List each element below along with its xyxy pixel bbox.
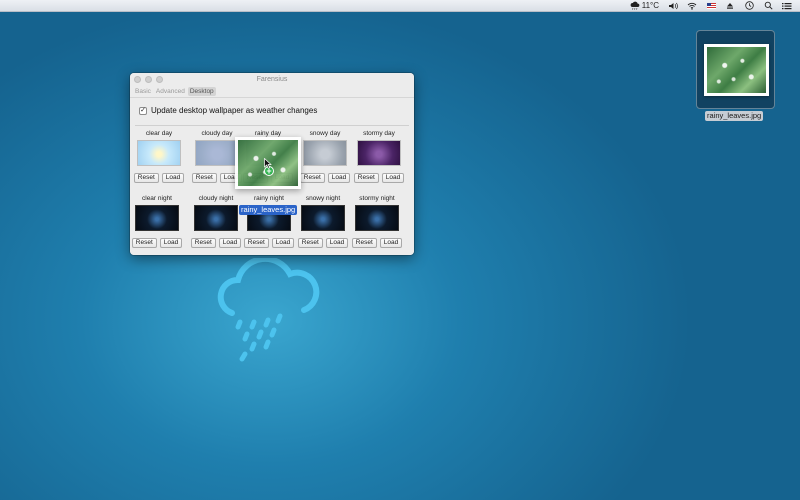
slot-label: stormy day (363, 130, 395, 137)
reset-button[interactable]: Reset (191, 173, 217, 183)
slot-label: stormy night (359, 195, 395, 202)
load-button[interactable]: Load (379, 238, 403, 248)
close-button[interactable] (134, 76, 141, 83)
clock-icon[interactable] (744, 1, 754, 10)
file-thumbnail (704, 44, 769, 96)
reset-button[interactable]: Reset (353, 173, 379, 183)
slot-snowy-day: snowy day Reset Load (299, 129, 351, 183)
wallpaper-preview[interactable] (195, 140, 239, 166)
wallpaper-preview[interactable] (194, 205, 238, 231)
us-flag-icon[interactable] (706, 1, 716, 10)
desktop-file-icon[interactable] (696, 30, 775, 109)
rain-cloud-icon (217, 258, 320, 362)
wallpaper-preview[interactable] (357, 140, 401, 166)
tab-basic[interactable]: Basic (133, 87, 153, 96)
minimize-button[interactable] (145, 76, 152, 83)
menu-bar: 11°C (0, 0, 800, 12)
pointer-cursor-icon (264, 158, 272, 169)
update-wallpaper-row[interactable]: ✓ Update desktop wallpaper as weather ch… (139, 106, 317, 115)
reset-button[interactable]: Reset (131, 238, 157, 248)
reset-button[interactable]: Reset (133, 173, 159, 183)
reset-button[interactable]: Reset (243, 238, 269, 248)
wallpaper-preview[interactable] (137, 140, 181, 166)
tab-bar: Basic Advanced Desktop (130, 86, 414, 97)
update-wallpaper-label: Update desktop wallpaper as weather chan… (151, 106, 318, 115)
leaf-image (707, 47, 766, 93)
slot-cloudy-night: cloudy night Reset Load (190, 194, 242, 248)
wallpaper-preview[interactable] (135, 205, 179, 231)
update-wallpaper-checkbox[interactable]: ✓ (139, 106, 147, 115)
weather-cloud-icon (630, 1, 640, 10)
slot-label: cloudy night (198, 195, 234, 202)
slot-stormy-day: stormy day Reset Load (353, 129, 405, 183)
title-bar[interactable]: Farensius (130, 73, 414, 86)
slot-label: rainy night (254, 195, 284, 202)
eject-icon[interactable] (725, 1, 735, 10)
window-title: Farensius (256, 76, 288, 83)
tab-advanced[interactable]: Advanced (154, 87, 187, 96)
slot-label: snowy day (309, 130, 341, 137)
load-button[interactable]: Load (271, 238, 295, 248)
window-controls (134, 76, 163, 83)
volume-icon[interactable] (668, 1, 678, 10)
load-button[interactable]: Load (327, 173, 351, 183)
slot-label: snowy night (305, 195, 341, 202)
load-button[interactable]: Load (325, 238, 349, 248)
wifi-icon[interactable] (687, 1, 697, 10)
reset-button[interactable]: Reset (190, 238, 216, 248)
slot-rainy-night: rainy night Reset Load (243, 194, 295, 248)
reset-button[interactable]: Reset (297, 238, 323, 248)
load-button[interactable]: Load (218, 238, 242, 248)
reset-button[interactable]: Reset (299, 173, 325, 183)
wallpaper-preview[interactable] (303, 140, 347, 166)
temperature-readout: 11°C (641, 1, 659, 10)
load-button[interactable]: Load (159, 238, 183, 248)
slot-stormy-night: stormy night Reset Load (351, 194, 403, 248)
slot-label: clear night (142, 195, 172, 202)
wallpaper-preview[interactable] (301, 205, 345, 231)
wallpaper-preview[interactable] (355, 205, 399, 231)
divider (135, 125, 409, 126)
dragged-filename: rainy_leaves.jpg (239, 205, 298, 215)
slot-clear-night: clear night Reset Load (131, 194, 183, 248)
reset-button[interactable]: Reset (351, 238, 377, 248)
weather-menu-extra[interactable]: 11°C (630, 0, 659, 12)
tab-desktop[interactable]: Desktop (187, 87, 216, 96)
load-button[interactable]: Load (381, 173, 405, 183)
zoom-button[interactable] (156, 76, 163, 83)
list-icon[interactable] (782, 1, 792, 10)
slot-snowy-night: snowy night Reset Load (297, 194, 349, 248)
slot-label: clear day (145, 130, 173, 137)
slot-clear-day: clear day Reset Load (133, 129, 185, 183)
desktop-file-label[interactable]: rainy_leaves.jpg (705, 111, 764, 121)
search-icon[interactable] (763, 1, 773, 10)
load-button[interactable]: Load (161, 173, 185, 183)
